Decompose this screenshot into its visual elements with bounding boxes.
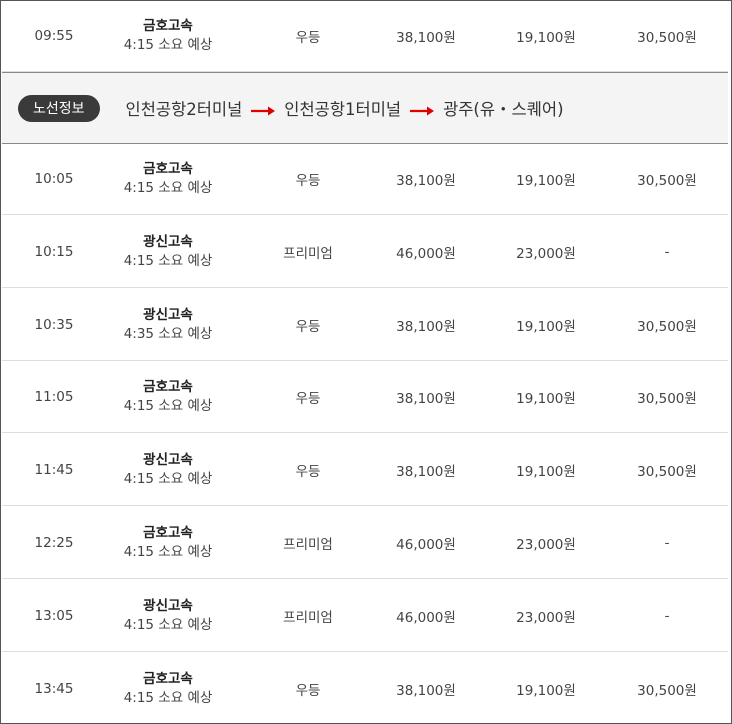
company-name: 금호고속 — [143, 161, 193, 177]
company-cell: 광신고속 4:15 소요 예상 — [106, 434, 230, 506]
company-cell: 광신고속 4:15 소요 예상 — [106, 216, 230, 288]
student-fare: - — [664, 244, 670, 260]
child-fare: 19,100원 — [516, 683, 576, 699]
adult-fare: 46,000원 — [396, 610, 456, 626]
table-row[interactable]: 10:15 광신고속 4:15 소요 예상 프리미엄 46,000원 23,00… — [2, 216, 728, 288]
departure-time: 11:45 — [34, 462, 74, 478]
bus-schedule-table: 09:55 금호고속 4:15 소요 예상 우등 38,100원 19,100원… — [0, 0, 732, 724]
bus-grade: 우등 — [295, 30, 321, 46]
company-cell: 금호고속 4:15 소요 예상 — [106, 653, 230, 723]
company-cell: 금호고속 4:15 소요 예상 — [106, 507, 230, 579]
route-stop-via: 인천공항1터미널 — [284, 100, 402, 119]
company-name: 광신고속 — [143, 452, 193, 468]
bus-grade: 프리미엄 — [283, 610, 333, 626]
child-fare: 23,000원 — [516, 246, 576, 262]
table-row[interactable]: 11:45 광신고속 4:15 소요 예상 우등 38,100원 19,100원… — [2, 434, 728, 506]
child-fare: 19,100원 — [516, 173, 576, 189]
route-info-banner: 노선정보 인천공항2터미널 인천공항1터미널 광주(유・스퀘어) — [2, 72, 728, 144]
company-cell: 광신고속 4:35 소요 예상 — [106, 289, 230, 361]
departure-time: 11:05 — [34, 389, 74, 405]
company-name: 금호고속 — [143, 379, 193, 395]
departure-time: 09:55 — [34, 28, 74, 44]
departure-time: 13:45 — [34, 681, 74, 697]
child-fare: 19,100원 — [516, 464, 576, 480]
company-name: 광신고속 — [143, 234, 193, 250]
student-fare: - — [664, 608, 670, 624]
adult-fare: 38,100원 — [396, 319, 456, 335]
adult-fare: 46,000원 — [396, 537, 456, 553]
duration: 4:15 소요 예상 — [123, 471, 213, 487]
adult-fare: 38,100원 — [396, 683, 456, 699]
table-row[interactable]: 09:55 금호고속 4:15 소요 예상 우등 38,100원 19,100원… — [2, 1, 728, 72]
bus-grade: 우등 — [295, 173, 321, 189]
table-row[interactable]: 12:25 금호고속 4:15 소요 예상 프리미엄 46,000원 23,00… — [2, 507, 728, 579]
table-row[interactable]: 10:05 금호고속 4:15 소요 예상 우등 38,100원 19,100원… — [2, 143, 728, 215]
bus-grade: 우등 — [295, 683, 321, 699]
duration: 4:15 소요 예상 — [123, 253, 213, 269]
student-fare: - — [664, 535, 670, 551]
child-fare: 19,100원 — [516, 30, 576, 46]
company-cell: 광신고속 4:15 소요 예상 — [106, 580, 230, 652]
departure-time: 10:35 — [34, 317, 74, 333]
bus-grade: 프리미엄 — [283, 246, 333, 262]
company-name: 금호고속 — [143, 671, 193, 687]
table-row[interactable]: 13:45 금호고속 4:15 소요 예상 우등 38,100원 19,100원… — [2, 653, 728, 723]
duration: 4:15 소요 예상 — [123, 544, 213, 560]
duration: 4:15 소요 예상 — [123, 398, 213, 414]
duration: 4:35 소요 예상 — [123, 326, 213, 342]
bus-grade: 우등 — [295, 464, 321, 480]
adult-fare: 38,100원 — [396, 391, 456, 407]
child-fare: 23,000원 — [516, 610, 576, 626]
company-cell: 금호고속 4:15 소요 예상 — [106, 361, 230, 433]
child-fare: 19,100원 — [516, 319, 576, 335]
student-fare: 30,500원 — [637, 391, 697, 407]
route-stop-destination: 광주(유・스퀘어) — [443, 100, 564, 119]
company-name: 금호고속 — [143, 18, 193, 34]
table-row[interactable]: 11:05 금호고속 4:15 소요 예상 우등 38,100원 19,100원… — [2, 361, 728, 433]
duration: 4:15 소요 예상 — [123, 37, 213, 53]
route-stop-origin: 인천공항2터미널 — [125, 100, 243, 119]
route-info-badge: 노선정보 — [18, 94, 100, 122]
duration: 4:15 소요 예상 — [123, 690, 213, 706]
child-fare: 19,100원 — [516, 391, 576, 407]
departure-time: 10:15 — [34, 244, 74, 260]
duration: 4:15 소요 예상 — [123, 617, 213, 633]
departure-time: 10:05 — [34, 171, 74, 187]
student-fare: 30,500원 — [637, 173, 697, 189]
adult-fare: 46,000원 — [396, 246, 456, 262]
arrow-right-icon — [409, 102, 435, 116]
student-fare: 30,500원 — [637, 319, 697, 335]
adult-fare: 38,100원 — [396, 30, 456, 46]
bus-grade: 프리미엄 — [283, 537, 333, 553]
duration: 4:15 소요 예상 — [123, 180, 213, 196]
departure-time: 12:25 — [34, 535, 74, 551]
company-cell: 금호고속 4:15 소요 예상 — [106, 143, 230, 215]
student-fare: 30,500원 — [637, 30, 697, 46]
company-name: 광신고속 — [143, 307, 193, 323]
bus-grade: 우등 — [295, 391, 321, 407]
company-name: 금호고속 — [143, 525, 193, 541]
student-fare: 30,500원 — [637, 683, 697, 699]
student-fare: 30,500원 — [637, 464, 697, 480]
company-cell: 금호고속 4:15 소요 예상 — [106, 1, 230, 72]
company-name: 광신고속 — [143, 598, 193, 614]
bus-grade: 우등 — [295, 319, 321, 335]
departure-time: 13:05 — [34, 608, 74, 624]
child-fare: 23,000원 — [516, 537, 576, 553]
table-row[interactable]: 13:05 광신고속 4:15 소요 예상 프리미엄 46,000원 23,00… — [2, 580, 728, 652]
arrow-right-icon — [250, 102, 276, 116]
adult-fare: 38,100원 — [396, 464, 456, 480]
table-row[interactable]: 10:35 광신고속 4:35 소요 예상 우등 38,100원 19,100원… — [2, 289, 728, 361]
adult-fare: 38,100원 — [396, 173, 456, 189]
